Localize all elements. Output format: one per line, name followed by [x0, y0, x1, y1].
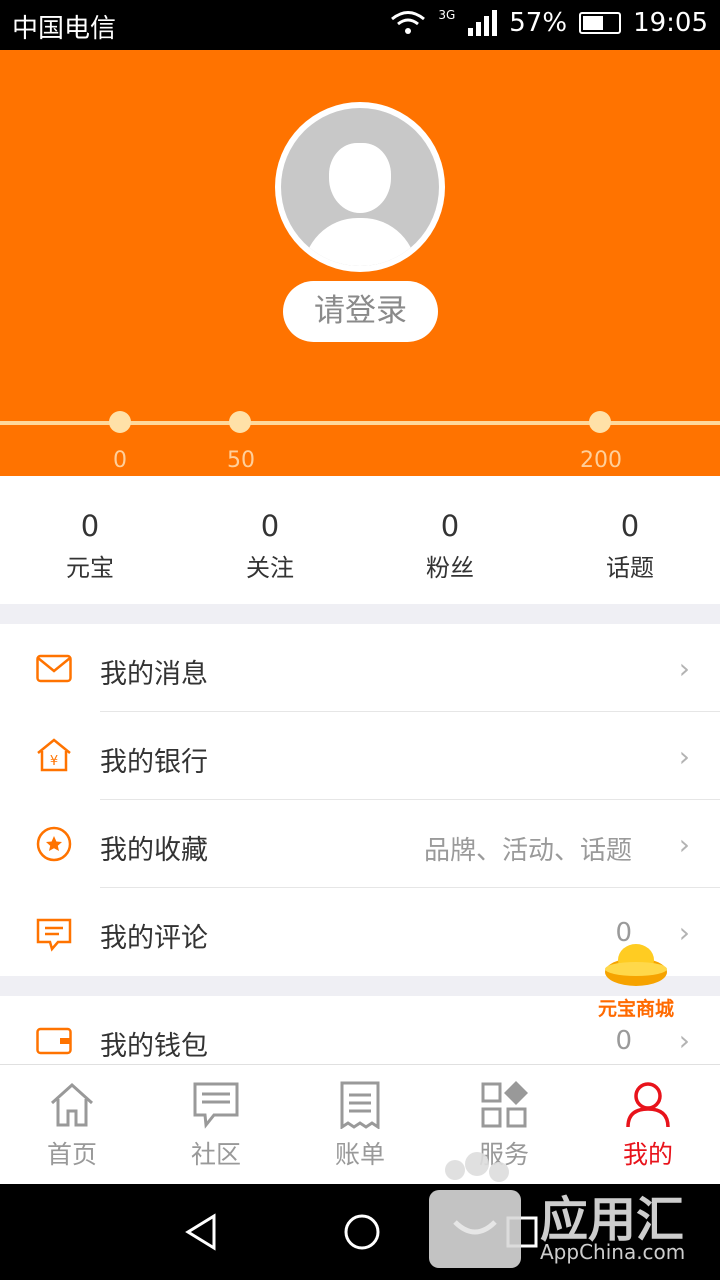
- tab-mine[interactable]: 我的: [576, 1065, 720, 1184]
- home-circle-icon[interactable]: [342, 1212, 382, 1252]
- level-tick: 200: [580, 448, 622, 473]
- level-tick: 50: [227, 448, 255, 473]
- bottom-tab-bar: 首页 社区 账单 服务 我的: [0, 1064, 720, 1184]
- menu-label: 我的银行: [100, 747, 208, 778]
- signal-icon: [468, 10, 498, 36]
- login-button[interactable]: 请登录: [283, 281, 438, 342]
- level-dot: [589, 411, 611, 433]
- menu-item-bank[interactable]: ¥ 我的银行 ›: [0, 712, 720, 800]
- carrier-label: 中国电信: [12, 14, 117, 44]
- yuanbao-mall-button[interactable]: 元宝商城: [595, 942, 677, 1021]
- menu-label: 我的钱包: [100, 1031, 208, 1062]
- tab-home[interactable]: 首页: [0, 1065, 144, 1184]
- chevron-right-icon: ›: [678, 652, 690, 685]
- chevron-right-icon: ›: [678, 740, 690, 773]
- menu-label: 我的收藏: [100, 835, 208, 866]
- chat-icon: [193, 1082, 239, 1129]
- battery-icon: [579, 12, 622, 34]
- menu-group-1: 我的消息 › ¥ 我的银行 › 我的收藏 品牌、活动、话题 › 我的评论 0 ›: [0, 624, 720, 976]
- chevron-right-icon: ›: [678, 828, 690, 861]
- network-label: 3G: [438, 8, 456, 22]
- menu-extra: 品牌、活动、话题: [423, 836, 632, 866]
- status-bar: 中国电信 3G 57% 19:05: [0, 0, 720, 50]
- chevron-right-icon: ›: [678, 1024, 690, 1057]
- mail-icon: [36, 654, 72, 683]
- tab-community[interactable]: 社区: [144, 1065, 288, 1184]
- home-icon: [50, 1082, 94, 1127]
- level-dot: [109, 411, 131, 433]
- menu-item-favorites[interactable]: 我的收藏 品牌、活动、话题 ›: [0, 800, 720, 888]
- tab-bills[interactable]: 账单: [288, 1065, 432, 1184]
- avatar[interactable]: [275, 102, 445, 272]
- level-track: [0, 421, 720, 425]
- tab-label: 社区: [190, 1140, 241, 1169]
- back-icon[interactable]: [182, 1212, 222, 1252]
- chevron-right-icon: ›: [678, 916, 690, 949]
- stat-following[interactable]: 0 关注: [180, 476, 360, 604]
- wifi-icon: [391, 11, 426, 34]
- battery-percent: 57%: [509, 8, 568, 38]
- wallet-icon: [36, 1027, 72, 1055]
- stats-bar: 0 元宝 0 关注 0 粉丝 0 话题: [0, 476, 720, 604]
- gold-ingot-icon: [605, 944, 667, 986]
- user-icon: [626, 1082, 670, 1128]
- mall-label: 元宝商城: [597, 998, 674, 1020]
- stat-fans[interactable]: 0 粉丝: [360, 476, 540, 604]
- watermark-bag-icon: [429, 1152, 521, 1268]
- svg-text:¥: ¥: [50, 754, 58, 769]
- grid-icon: [481, 1081, 528, 1128]
- comment-icon: [36, 918, 72, 952]
- menu-label: 我的评论: [100, 923, 208, 954]
- watermark-subtext: AppChina.com: [540, 1240, 686, 1264]
- profile-header: 请登录 0 50 200: [0, 50, 720, 476]
- bill-icon: [340, 1081, 380, 1129]
- level-tick: 0: [113, 448, 127, 473]
- tab-label: 账单: [334, 1140, 385, 1169]
- menu-label: 我的消息: [100, 659, 208, 690]
- clock: 19:05: [633, 8, 708, 38]
- stat-topics[interactable]: 0 话题: [540, 476, 720, 604]
- menu-item-messages[interactable]: 我的消息 ›: [0, 624, 720, 712]
- level-dot: [229, 411, 251, 433]
- tab-label: 首页: [46, 1140, 97, 1169]
- bank-icon: ¥: [37, 738, 71, 772]
- stat-yuanbao[interactable]: 0 元宝: [0, 476, 180, 604]
- tab-label: 我的: [622, 1140, 673, 1169]
- star-icon: [36, 826, 72, 862]
- menu-extra: 0: [615, 1026, 632, 1056]
